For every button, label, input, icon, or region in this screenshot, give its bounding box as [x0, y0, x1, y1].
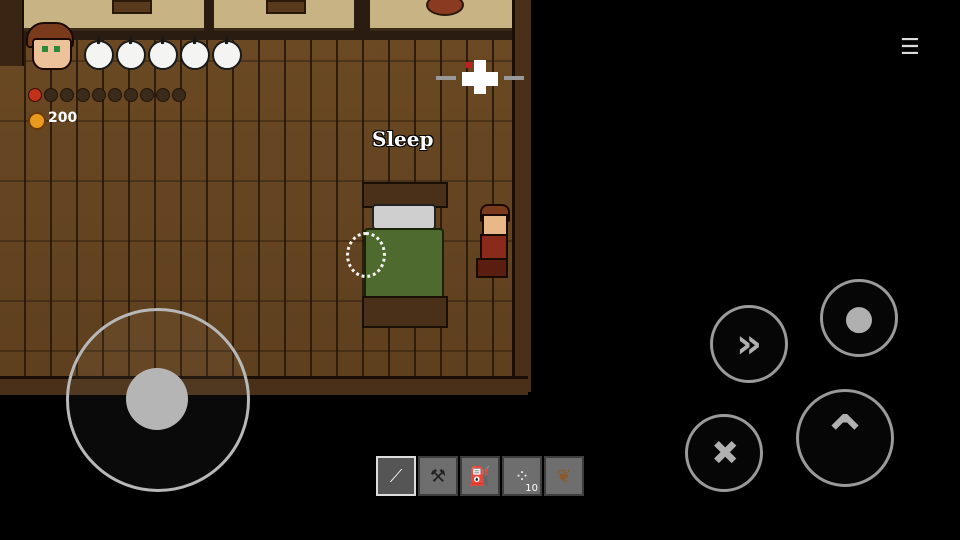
dust-puff [346, 232, 386, 278]
jump-icon: ⌃ [819, 403, 871, 473]
food-icon [60, 88, 74, 102]
bed-footboard [362, 296, 448, 328]
watering-can-icon: ⛽ [468, 465, 492, 487]
axe-icon: ⚒ [429, 465, 447, 487]
health-bar [84, 36, 244, 70]
bed-pillow [372, 204, 436, 230]
coin-count: 200 [48, 110, 78, 126]
coin-icon [28, 112, 46, 130]
bookshelf [0, 0, 24, 66]
player-legs [476, 258, 508, 278]
food-icon [124, 88, 138, 102]
cabin-floor [0, 0, 528, 392]
apple-icon [148, 36, 178, 70]
food-icon [76, 88, 90, 102]
joystick-knob[interactable] [126, 368, 188, 430]
apple-icon [212, 36, 242, 70]
room-wall-right [512, 0, 531, 392]
apple-icon [116, 36, 146, 70]
apple-icon: ● [844, 298, 874, 338]
sword-icon: ✚ [699, 428, 749, 478]
jump-button[interactable]: ⌃ [796, 389, 894, 487]
feather-icon: ❦ [556, 465, 572, 487]
sword-icon: ⟋ [389, 465, 403, 487]
hotbar-slot-watering-can[interactable]: ⛽ [460, 456, 500, 496]
food-icon [108, 88, 122, 102]
hotbar-slot-axe[interactable]: ⚒ [418, 456, 458, 496]
wall-window [112, 0, 152, 14]
menu-icon[interactable]: ☰ [900, 37, 924, 59]
game-screen: 200 Sleep ☰ » ● ✚ ⌃ ⟋ ⚒ ⛽ ⁘ 10 ❦ [0, 0, 960, 540]
seeds-count: 10 [525, 483, 538, 494]
attack-button[interactable]: ✚ [685, 414, 763, 492]
food-icon [172, 88, 186, 102]
food-icon [92, 88, 106, 102]
apple-icon [84, 36, 114, 70]
hotbar-slot-seeds[interactable]: ⁘ 10 [502, 456, 542, 496]
player-head [482, 214, 508, 236]
wall-window [266, 0, 306, 14]
hotbar-slot-sword[interactable]: ⟋ [376, 456, 416, 496]
dash-button[interactable]: » [710, 305, 788, 383]
minimap [430, 60, 526, 100]
player-character [470, 204, 514, 278]
eat-button[interactable]: ● [820, 279, 898, 357]
dash-icon: » [736, 321, 762, 367]
food-icon [44, 88, 58, 102]
food-icon [28, 88, 42, 102]
sleep-prompt[interactable]: Sleep [372, 127, 433, 151]
apple-icon [180, 36, 210, 70]
food-icon [156, 88, 170, 102]
hotbar-slot-feather[interactable]: ❦ [544, 456, 584, 496]
player-avatar [24, 22, 74, 70]
hunger-bar [28, 86, 208, 102]
food-icon [140, 88, 154, 102]
